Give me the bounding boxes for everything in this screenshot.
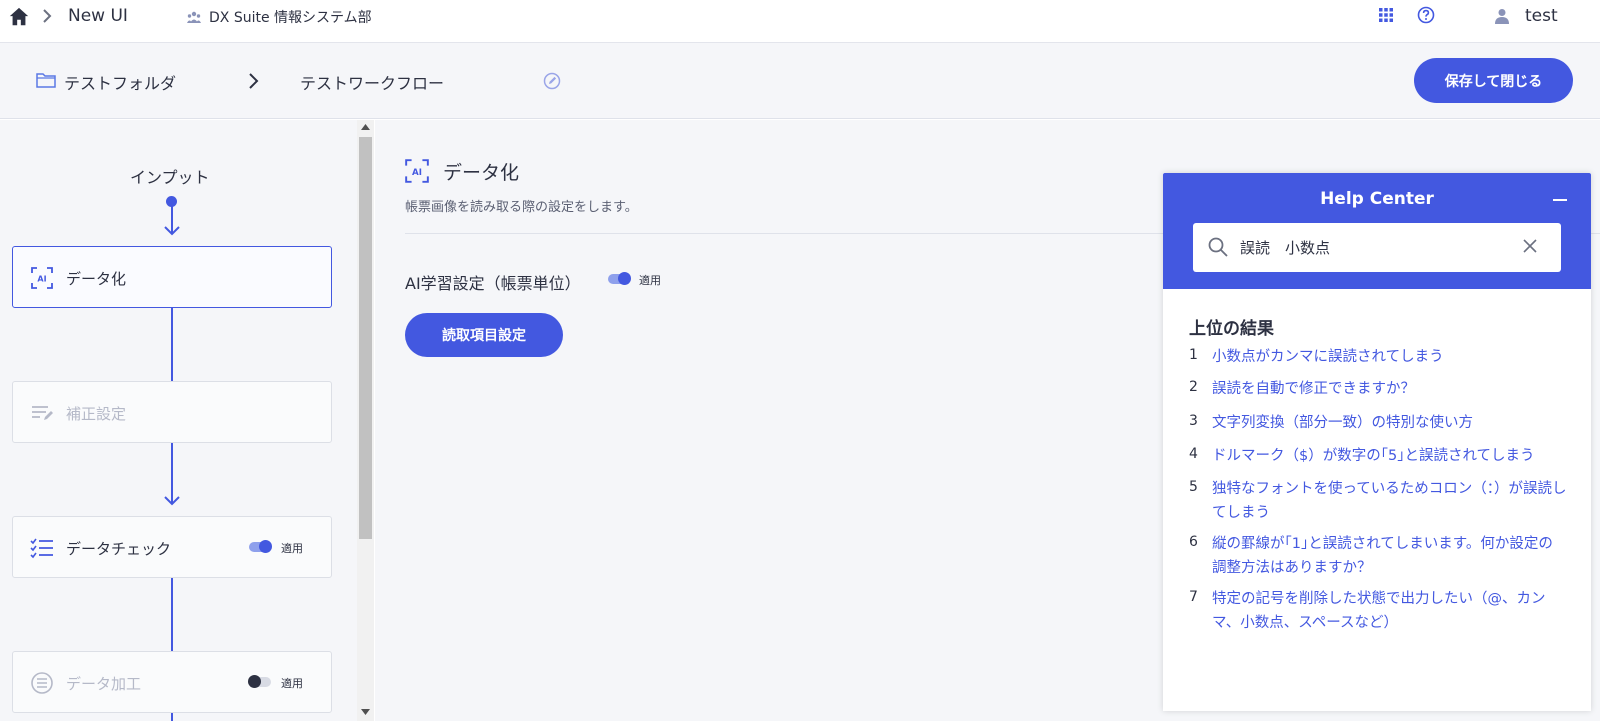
step-label: データチェック xyxy=(66,540,172,558)
arrow-down-icon xyxy=(164,226,180,236)
apps-grid-icon[interactable] xyxy=(1379,8,1393,22)
breadcrumb-workflow: テストワークフロー xyxy=(300,74,445,93)
arrow-down-icon xyxy=(164,496,180,506)
toggle-label: 適用 xyxy=(281,542,303,555)
page-title: データ化 xyxy=(443,162,520,184)
result-link[interactable]: 独特なフォントを使っているためコロン（：）が誤読してしまう xyxy=(1212,477,1567,525)
save-and-close-button[interactable]: 保存して閉じる xyxy=(1414,58,1573,103)
ai-icon: AI xyxy=(405,159,429,183)
step-correction-settings[interactable]: 補正設定 xyxy=(12,381,332,443)
breadcrumb: テストフォルダ テストワークフロー 保存して閉じる xyxy=(0,43,1600,119)
org-icon xyxy=(187,11,201,23)
result-number: 4 xyxy=(1189,446,1198,462)
step-label: データ化 xyxy=(66,270,127,288)
workflow-scrollbar[interactable] xyxy=(357,120,374,721)
result-number: 3 xyxy=(1189,413,1198,429)
data-check-toggle[interactable] xyxy=(249,540,272,553)
help-center-panel: Help Center 上位の結果 1 小数点がカンマに誤読されてしまう 2 誤読を… xyxy=(1163,173,1591,711)
result-number: 7 xyxy=(1189,589,1198,605)
result-number: 2 xyxy=(1189,379,1198,395)
step-label: データ加工 xyxy=(66,675,142,693)
process-icon xyxy=(31,672,53,694)
svg-text:AI: AI xyxy=(412,168,422,178)
results-heading: 上位の結果 xyxy=(1189,319,1274,339)
chevron-right-icon xyxy=(43,9,52,23)
result-link[interactable]: 縦の罫線が｢1｣と誤読されてしまいます。何か設定の調整方法はありますか？ xyxy=(1212,532,1567,580)
user-icon[interactable] xyxy=(1495,8,1509,24)
result-link[interactable]: 小数点がカンマに誤読されてしまう xyxy=(1212,345,1567,369)
ai-icon: AI xyxy=(31,267,53,289)
step-data-check[interactable]: データチェック 適用 xyxy=(12,516,332,578)
chevron-right-icon xyxy=(249,73,259,89)
minimize-icon[interactable] xyxy=(1553,199,1567,201)
result-number: 6 xyxy=(1189,534,1198,550)
scroll-down-icon[interactable] xyxy=(361,709,370,715)
input-label: インプット xyxy=(130,168,210,187)
workflow-panel: インプット AI データ化 補正設定 データチェック 適用 データ加工 適用 xyxy=(0,120,357,721)
app-title[interactable]: New UI xyxy=(68,6,128,26)
folder-icon xyxy=(36,73,56,88)
help-search-input[interactable] xyxy=(1240,235,1500,259)
scroll-up-icon[interactable] xyxy=(361,124,370,130)
help-search-box xyxy=(1193,223,1561,272)
result-link[interactable]: ドルマーク（$）が数字の｢5｣と誤読されてしまう xyxy=(1212,444,1567,468)
page-description: 帳票画像を読み取る際の設定をします。 xyxy=(405,200,638,215)
search-icon xyxy=(1208,237,1228,257)
scroll-thumb[interactable] xyxy=(359,137,372,539)
help-icon[interactable] xyxy=(1417,6,1435,24)
top-nav: New UI DX Suite 情報システム部 test xyxy=(0,0,1600,43)
step-data-conversion[interactable]: AI データ化 xyxy=(12,246,332,308)
edit-icon[interactable] xyxy=(543,72,561,90)
result-number: 1 xyxy=(1189,347,1198,363)
svg-text:AI: AI xyxy=(37,275,46,284)
ai-learning-setting-label: AI学習設定（帳票単位） xyxy=(405,274,581,293)
org-name[interactable]: DX Suite 情報システム部 xyxy=(209,7,372,27)
result-link[interactable]: 文字列変換（部分一致）の特別な使い方 xyxy=(1212,411,1567,435)
breadcrumb-folder[interactable]: テストフォルダ xyxy=(64,70,176,94)
result-link[interactable]: 誤読を自動で修正できますか？ xyxy=(1212,377,1567,401)
data-processing-toggle[interactable] xyxy=(248,675,271,688)
step-data-processing[interactable]: データ加工 適用 xyxy=(12,651,332,713)
result-number: 5 xyxy=(1189,479,1198,495)
home-icon[interactable] xyxy=(8,6,30,28)
result-link[interactable]: 特定の記号を削除した状態で出力したい（@、カンマ、小数点、スペースなど） xyxy=(1212,587,1567,635)
ai-learning-toggle[interactable] xyxy=(608,272,631,285)
read-items-settings-button[interactable]: 読取項目設定 xyxy=(405,313,563,357)
toggle-label: 適用 xyxy=(639,274,661,287)
help-center-header: Help Center xyxy=(1163,173,1591,289)
step-label: 補正設定 xyxy=(66,405,127,423)
user-name[interactable]: test xyxy=(1525,6,1558,26)
clear-icon[interactable] xyxy=(1523,239,1537,253)
correction-icon xyxy=(32,406,53,420)
toggle-label: 適用 xyxy=(281,677,303,690)
help-center-title: Help Center xyxy=(1320,189,1434,209)
checklist-icon xyxy=(30,538,53,559)
